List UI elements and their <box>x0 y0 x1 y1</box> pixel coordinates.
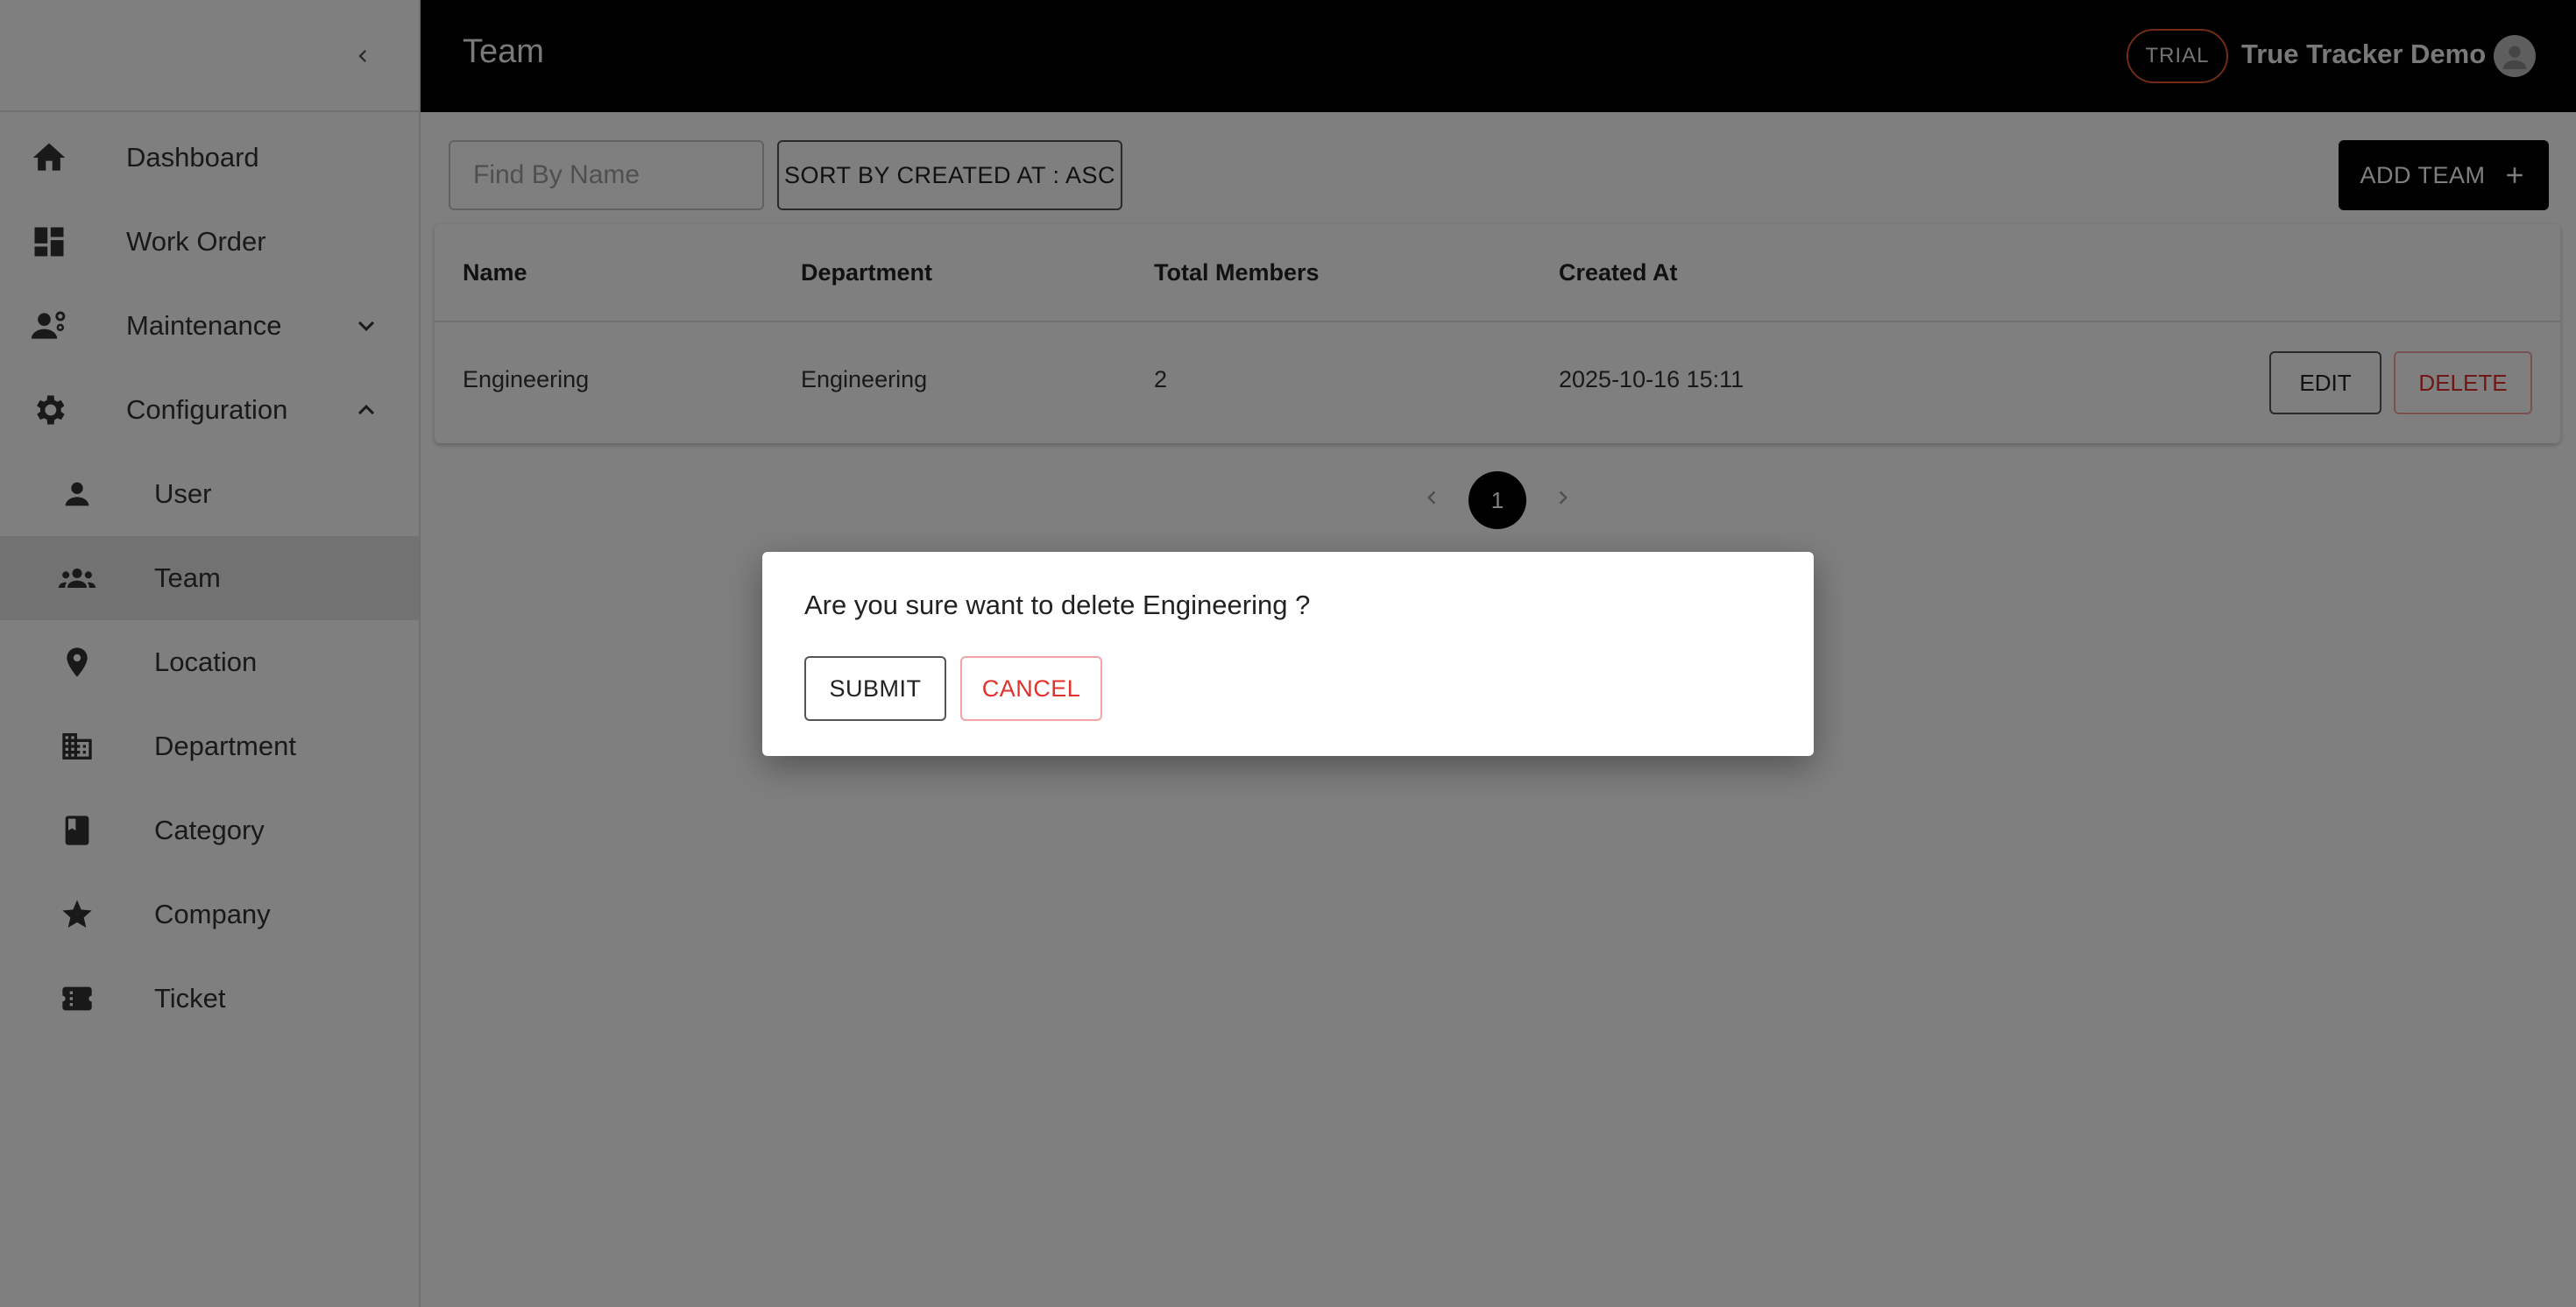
submit-button[interactable]: SUBMIT <box>804 656 946 721</box>
dialog-message: Are you sure want to delete Engineering … <box>804 590 1311 620</box>
delete-confirm-dialog: Are you sure want to delete Engineering … <box>762 552 1814 756</box>
cancel-button[interactable]: CANCEL <box>960 656 1102 721</box>
